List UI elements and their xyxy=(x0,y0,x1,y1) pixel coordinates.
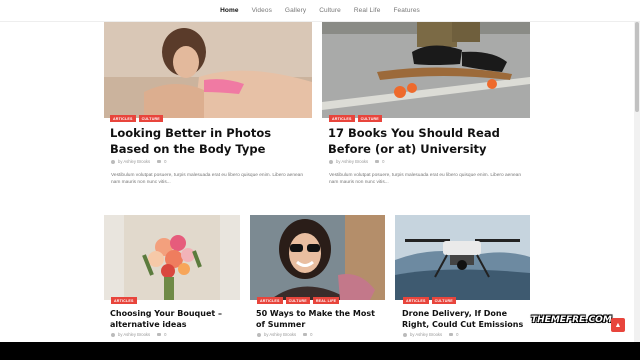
comment-icon xyxy=(449,332,454,337)
tag-label[interactable]: Culture xyxy=(138,115,163,122)
post-title[interactable]: 17 Books You Should Read Before (or at) … xyxy=(328,126,528,157)
post-title[interactable]: 50 Ways to Make the Most of Summer xyxy=(256,309,386,330)
post-image-woman-sunglasses[interactable] xyxy=(250,215,385,300)
tag-label[interactable]: Articles xyxy=(110,115,136,122)
nav-item-home[interactable]: Home xyxy=(220,7,238,14)
tag-label[interactable]: Articles xyxy=(329,115,355,122)
post-author[interactable]: by Ashley Brooks xyxy=(264,332,296,337)
post-meta: by Ashley Brooks 0 xyxy=(329,159,384,164)
comment-count[interactable]: 0 xyxy=(382,159,384,164)
post-meta: by Ashley Brooks 0 xyxy=(257,332,312,337)
tag-label[interactable]: Articles xyxy=(111,297,137,304)
author-icon xyxy=(111,159,115,164)
post-title[interactable]: Looking Better in Photos Based on the Bo… xyxy=(110,126,310,157)
post-tags: Articles xyxy=(111,297,137,304)
post-title[interactable]: Choosing Your Bouquet – alternative idea… xyxy=(110,309,240,330)
post-author[interactable]: by Ashley Brooks xyxy=(118,159,150,164)
post-image-bouquet[interactable] xyxy=(104,215,240,300)
watermark: THEMEFRE.COM xyxy=(531,315,612,325)
scrollbar-thumb[interactable] xyxy=(635,22,639,112)
author-icon xyxy=(257,332,261,337)
post-meta: by Ashley Brooks 0 xyxy=(111,159,166,164)
post-tags: Articles Culture xyxy=(403,297,456,304)
main-nav: Home Videos Gallery Culture Real Life Fe… xyxy=(0,0,640,22)
post-meta: by Ashley Brooks 0 xyxy=(111,332,166,337)
post-image-skateboard[interactable] xyxy=(322,22,530,118)
tag-label[interactable]: Articles xyxy=(403,297,429,304)
author-icon xyxy=(403,332,407,337)
tag-label[interactable]: Culture xyxy=(285,297,310,304)
post-meta: by Ashley Brooks 0 xyxy=(403,332,458,337)
nav-item-features[interactable]: Features xyxy=(393,7,419,14)
comment-icon xyxy=(303,332,308,337)
comment-count[interactable]: 0 xyxy=(310,332,312,337)
comment-count[interactable]: 0 xyxy=(456,332,458,337)
author-icon xyxy=(111,332,115,337)
tag-label[interactable]: Real Life xyxy=(312,297,340,304)
author-icon xyxy=(329,159,333,164)
nav-item-real-life[interactable]: Real Life xyxy=(354,7,381,14)
back-to-top-button[interactable]: ▲ xyxy=(611,318,625,332)
nav-item-culture[interactable]: Culture xyxy=(319,7,341,14)
post-tags: Articles Culture xyxy=(110,115,163,122)
post-image-drone[interactable] xyxy=(395,215,530,300)
comment-count[interactable]: 0 xyxy=(164,159,166,164)
post-author[interactable]: by Ashley Brooks xyxy=(410,332,442,337)
page-scrollbar[interactable] xyxy=(634,0,640,342)
post-excerpt: Vestibulum volutpat posuere, turpis male… xyxy=(111,173,303,185)
post-tags: Articles Culture xyxy=(329,115,382,122)
chevron-up-icon: ▲ xyxy=(614,321,622,329)
comment-icon xyxy=(375,159,380,164)
post-author[interactable]: by Ashley Brooks xyxy=(118,332,150,337)
post-tags: Articles Culture Real Life xyxy=(257,297,340,304)
post-excerpt: Vestibulum volutpat posuere, turpis male… xyxy=(329,173,521,185)
bottom-black-bar xyxy=(0,342,640,360)
nav-item-gallery[interactable]: Gallery xyxy=(285,7,306,14)
post-title[interactable]: Drone Delivery, If Done Right, Could Cut… xyxy=(402,309,526,330)
nav-item-videos[interactable]: Videos xyxy=(252,7,272,14)
comment-icon xyxy=(157,159,162,164)
post-image-woman-beach[interactable] xyxy=(104,22,312,118)
comment-icon xyxy=(157,332,162,337)
tag-label[interactable]: Culture xyxy=(431,297,456,304)
tag-label[interactable]: Culture xyxy=(357,115,382,122)
comment-count[interactable]: 0 xyxy=(164,332,166,337)
tag-label[interactable]: Articles xyxy=(257,297,283,304)
post-author[interactable]: by Ashley Brooks xyxy=(336,159,368,164)
